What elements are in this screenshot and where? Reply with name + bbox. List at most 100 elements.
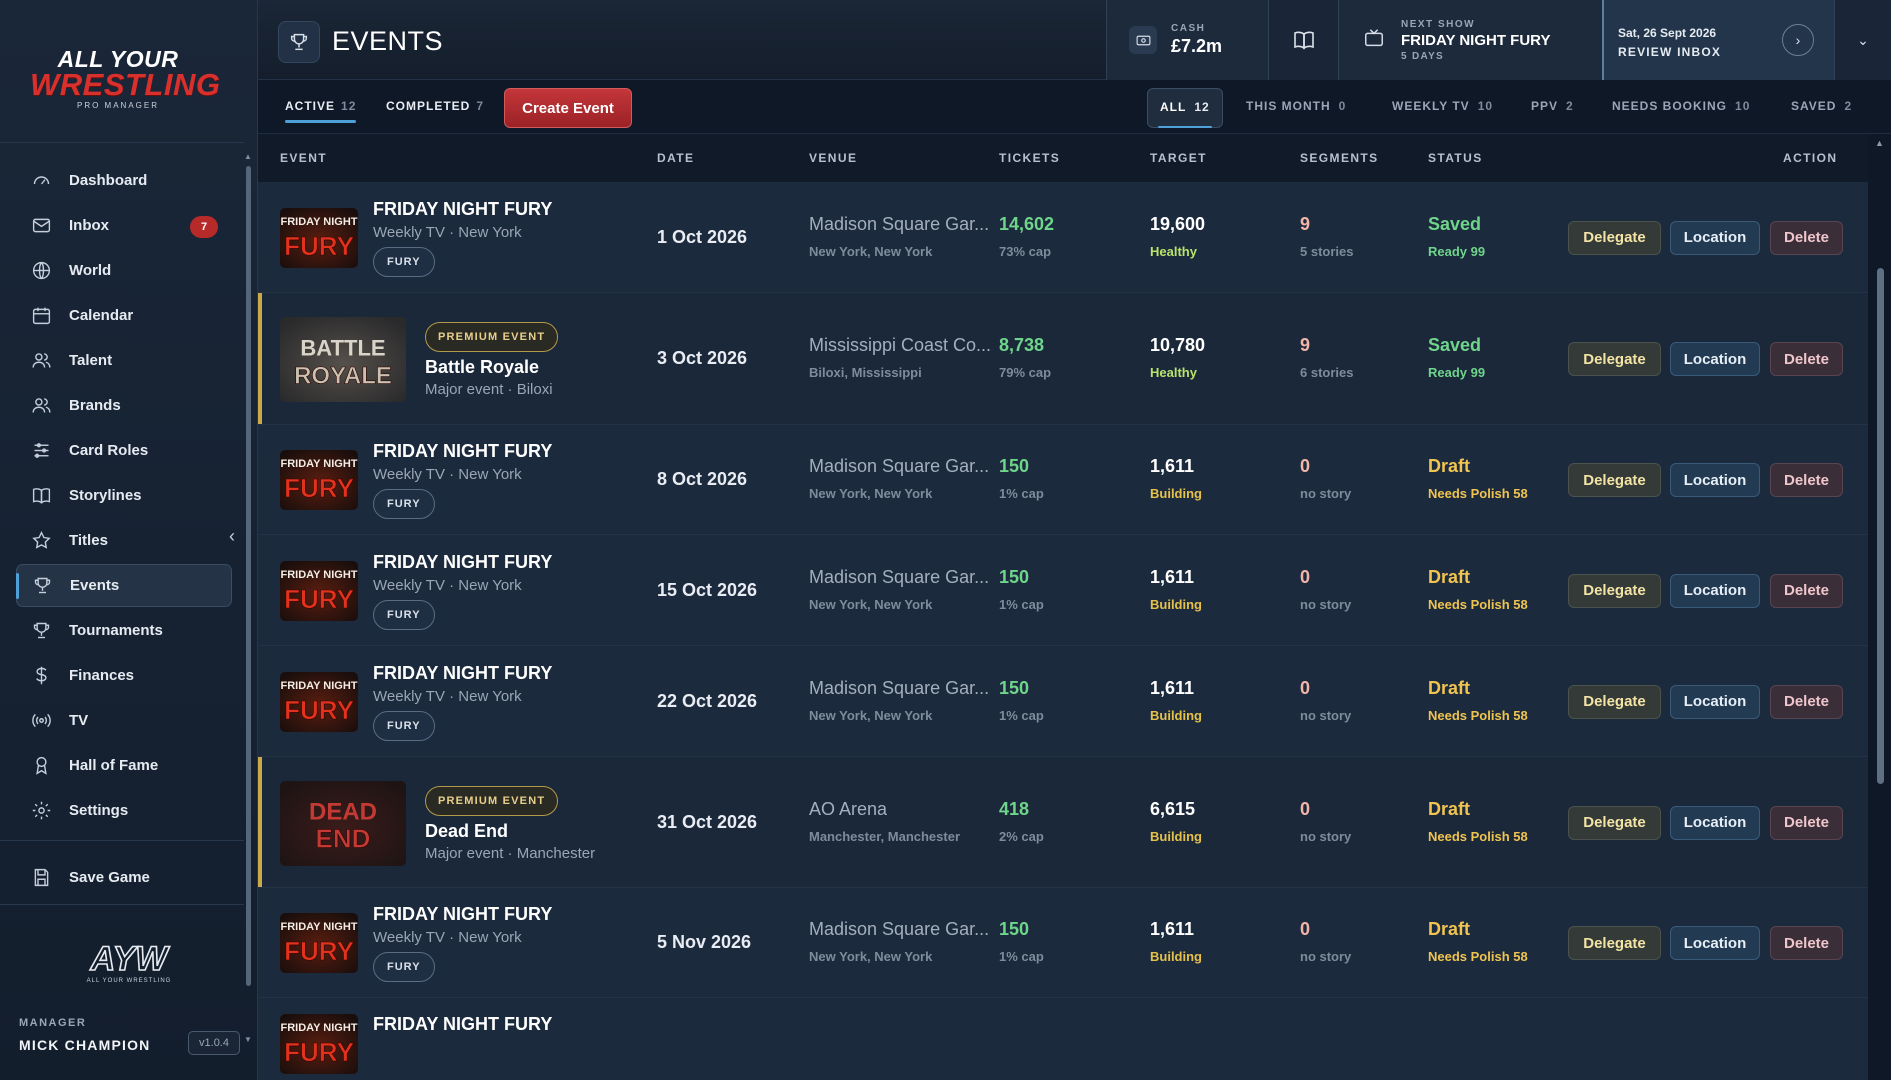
delegate-button[interactable]: Delegate [1568, 684, 1661, 719]
delete-button[interactable]: Delete [1770, 220, 1843, 255]
delegate-button[interactable]: Delegate [1568, 220, 1661, 255]
sidebar-scrollbar[interactable]: ▲ ▼ [244, 152, 252, 1044]
tab-active[interactable]: ACTIVE 12 [285, 99, 357, 123]
table-row[interactable]: FRIDAY NIGHT FURY FRIDAY NIGHT FURY Weekly … [258, 535, 1868, 646]
venue-location: New York, New York [809, 949, 933, 964]
filter-needs-booking[interactable]: NEEDS BOOKING 10 [1612, 99, 1750, 113]
sidebar-item-world[interactable]: World [16, 249, 232, 292]
save-game-button[interactable]: Save Game [16, 856, 232, 901]
location-button[interactable]: Location [1670, 805, 1760, 840]
event-title: FRIDAY NIGHT FURY [373, 662, 553, 683]
venue-name: Madison Square Gar... [809, 213, 990, 234]
collapse-sidebar-chevron-icon[interactable]: ‹ [222, 526, 242, 550]
venue-location: New York, New York [809, 486, 933, 501]
delegate-button[interactable]: Delegate [1568, 342, 1661, 376]
sidebar-item-titles[interactable]: Titles [16, 519, 232, 562]
delete-button[interactable]: Delete [1770, 463, 1843, 497]
location-button[interactable]: Location [1670, 342, 1760, 376]
mail-icon [30, 215, 52, 237]
header-menu-chevron-down-icon[interactable]: ⌄ [1834, 0, 1891, 80]
book-icon [30, 485, 52, 507]
filter-weekly-tv[interactable]: WEEKLY TV 10 [1392, 99, 1493, 113]
sidebar-item-label: Talent [69, 352, 113, 369]
table-scroll-thumb[interactable] [1877, 268, 1884, 784]
brand-tag: FURY [373, 599, 435, 630]
delete-button[interactable]: Delete [1770, 573, 1843, 608]
sidebar-item-inbox[interactable]: Inbox 7 [16, 204, 232, 247]
sidebar-item-brands[interactable]: Brands [16, 384, 232, 427]
table-row[interactable]: DEAD END PREMIUM EVENT Dead End Major event … [258, 757, 1868, 888]
advance-chevron-right-icon[interactable]: › [1782, 24, 1814, 56]
location-button[interactable]: Location [1670, 463, 1760, 497]
delete-button[interactable]: Delete [1770, 805, 1843, 840]
calendar-icon [30, 305, 52, 327]
filter-this-month[interactable]: THIS MONTH 0 [1246, 99, 1346, 113]
create-event-button[interactable]: Create Event [504, 88, 632, 128]
next-show-days: 5 DAYS [1401, 50, 1445, 62]
sidebar-item-tournaments[interactable]: Tournaments [16, 609, 232, 652]
segment-count: 0 [1300, 456, 1311, 476]
event-date: 15 Oct 2026 [657, 579, 758, 600]
table-scrollbar[interactable]: ▲ [1868, 134, 1891, 1080]
status-detail: Needs Polish 58 [1428, 486, 1528, 501]
delete-button[interactable]: Delete [1770, 684, 1843, 719]
venue-location: New York, New York [809, 243, 933, 259]
story-count: no story [1300, 486, 1352, 501]
brand-tag: FURY [373, 246, 435, 277]
sidebar-item-label: Titles [69, 532, 108, 549]
story-count: 5 stories [1300, 243, 1354, 259]
sidebar-item-events[interactable]: Events [16, 564, 232, 607]
event-date: 8 Oct 2026 [657, 469, 748, 489]
table-header: EVENT DATE VENUE TICKETS TARGET SEGMENTS… [258, 134, 1868, 182]
location-button[interactable]: Location [1670, 926, 1760, 960]
delegate-button[interactable]: Delegate [1568, 926, 1661, 960]
svg-text:ALL YOUR WRESTLING: ALL YOUR WRESTLING [87, 978, 172, 984]
location-button[interactable]: Location [1670, 684, 1760, 719]
next-show-panel[interactable]: NEXT SHOW FRIDAY NIGHT FURY 5 DAYS [1338, 0, 1602, 80]
filter-ppv[interactable]: PPV 2 [1531, 99, 1574, 113]
svg-text:FURY: FURY [284, 695, 354, 725]
delegate-button[interactable]: Delegate [1568, 805, 1661, 840]
tickets-sold: 14,602 [999, 213, 1055, 234]
table-row[interactable]: FRIDAY NIGHT FURY FRIDAY NIGHT FURY Weekly … [258, 888, 1868, 998]
events-table: EVENT DATE VENUE TICKETS TARGET SEGMENTS… [258, 134, 1868, 1080]
venue-name: AO Arena [809, 798, 888, 819]
filter-all[interactable]: ALL 12 [1147, 88, 1223, 128]
sidebar-item-settings[interactable]: Settings [16, 789, 232, 832]
sidebar-item-hall-of-fame[interactable]: Hall of Fame [16, 744, 232, 787]
sidebar-item-label: Dashboard [69, 172, 148, 189]
sidebar-item-calendar[interactable]: Calendar [16, 294, 232, 337]
delete-button[interactable]: Delete [1770, 342, 1843, 376]
table-row[interactable]: FRIDAY NIGHT FURY FRIDAY NIGHT FURY Weekly … [258, 182, 1868, 293]
table-row[interactable]: FRIDAY NIGHT FURY FRIDAY NIGHT FURY Weekly … [258, 646, 1868, 757]
table-row[interactable]: BATTLE ROYALE PREMIUM EVENT Battle Royale Ma… [258, 293, 1868, 425]
sidebar-item-label: Hall of Fame [69, 757, 159, 774]
rulebook-button[interactable] [1268, 0, 1338, 80]
tickets-sold: 8,738 [999, 335, 1045, 355]
sidebar-item-label: Brands [69, 397, 121, 414]
delete-button[interactable]: Delete [1770, 926, 1843, 960]
sidebar-item-dashboard[interactable]: Dashboard [16, 159, 232, 202]
sidebar-scroll-thumb[interactable] [246, 166, 251, 986]
event-subtitle: Major event · Manchester [425, 844, 596, 862]
location-button[interactable]: Location [1670, 220, 1760, 255]
trophy-icon [31, 575, 53, 597]
svg-text:ROYALE: ROYALE [294, 362, 392, 389]
svg-text:FURY: FURY [284, 231, 354, 261]
location-button[interactable]: Location [1670, 573, 1760, 608]
advance-date-panel[interactable]: Sat, 26 Sept 2026 REVIEW INBOX › [1602, 0, 1834, 80]
status-detail: Needs Polish 58 [1428, 596, 1528, 612]
tab-completed[interactable]: COMPLETED 7 [386, 99, 484, 113]
table-row[interactable]: FRIDAY NIGHT FURY FRIDAY NIGHT FURY [258, 998, 1868, 1080]
sidebar-item-finances[interactable]: Finances [16, 654, 232, 697]
venue-name: Madison Square Gar... [809, 456, 990, 476]
sidebar-item-storylines[interactable]: Storylines [16, 474, 232, 517]
delegate-button[interactable]: Delegate [1568, 463, 1661, 497]
delegate-button[interactable]: Delegate [1568, 573, 1661, 608]
table-row[interactable]: FRIDAY NIGHT FURY FRIDAY NIGHT FURY Weekly … [258, 425, 1868, 535]
filter-saved[interactable]: SAVED 2 [1791, 99, 1852, 113]
sidebar-item-card-roles[interactable]: Card Roles [16, 429, 232, 472]
sidebar-item-tv[interactable]: TV [16, 699, 232, 742]
sidebar-item-talent[interactable]: Talent [16, 339, 232, 382]
event-poster: DEAD END [280, 780, 406, 866]
